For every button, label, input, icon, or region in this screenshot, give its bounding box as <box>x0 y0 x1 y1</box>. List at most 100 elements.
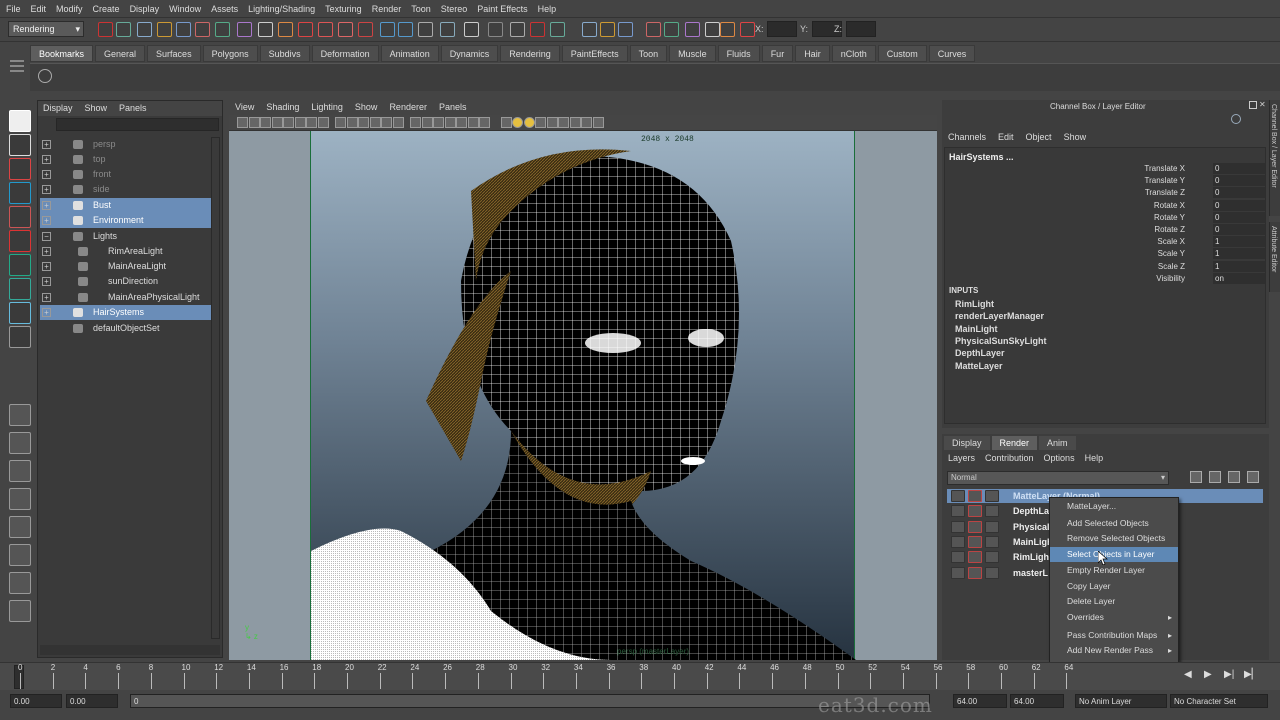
status-tool-12-icon[interactable] <box>338 22 353 37</box>
layer-tab-render[interactable]: Render <box>991 436 1038 450</box>
ctx-add-selected-objects[interactable]: Add Selected Objects <box>1050 516 1178 531</box>
render-settings-icon[interactable] <box>985 551 999 564</box>
channel-menu-show[interactable]: Show <box>1064 132 1087 142</box>
layout-6-icon[interactable] <box>9 572 31 594</box>
expand-icon[interactable]: + <box>42 155 51 164</box>
menu-set-dropdown[interactable]: Rendering ▾ <box>8 21 84 37</box>
shelf-tab-fur[interactable]: Fur <box>761 45 794 62</box>
recycle-icon[interactable] <box>968 505 982 518</box>
outliner-scrollbar[interactable] <box>211 137 220 639</box>
universal-manip-tool-icon[interactable] <box>9 254 31 276</box>
viewport-tool-3-icon[interactable] <box>271 117 283 128</box>
shelf-tab-custom[interactable]: Custom <box>877 45 927 62</box>
attribute-editor-ribbon-tab[interactable]: Attribute Editor <box>1269 222 1280 292</box>
paint-select-tool-icon[interactable] <box>9 158 31 180</box>
viewport-tool-17-icon[interactable] <box>444 117 456 128</box>
range-end-field[interactable]: 64.00 <box>953 694 1007 708</box>
viewport-menu-shading[interactable]: Shading <box>266 102 299 113</box>
viewport-tool-13-icon[interactable] <box>392 117 404 128</box>
menu-create[interactable]: Create <box>93 4 120 14</box>
expand-icon[interactable]: + <box>42 277 51 286</box>
status-tool-20-icon[interactable] <box>510 22 525 37</box>
input-node-physicalsunskylight[interactable]: PhysicalSunSkyLight <box>955 336 1047 346</box>
viewport-tool-2-icon[interactable] <box>260 117 271 128</box>
viewport-tool-18-icon[interactable] <box>456 117 467 128</box>
new-layer-selected-icon[interactable] <box>1209 471 1221 483</box>
status-tool-14-icon[interactable] <box>380 22 395 37</box>
viewport-tool-12-icon[interactable] <box>381 117 392 128</box>
attr-translate-y-field[interactable]: 0 <box>1213 175 1265 187</box>
expand-icon[interactable]: + <box>42 293 51 302</box>
status-tool-10-icon[interactable] <box>298 22 313 37</box>
recycle-icon[interactable] <box>968 566 982 579</box>
status-tool-27-icon[interactable] <box>664 22 679 37</box>
range-slider[interactable]: 0 <box>130 694 930 708</box>
render-settings-icon[interactable] <box>985 566 999 579</box>
viewport-menu-renderer[interactable]: Renderer <box>389 102 427 113</box>
menu-file[interactable]: File <box>6 4 21 14</box>
step-forward-icon[interactable]: ▶| <box>1224 669 1234 680</box>
menu-texturing[interactable]: Texturing <box>325 4 362 14</box>
float-icon[interactable] <box>1249 101 1257 109</box>
render-settings-icon[interactable] <box>985 505 999 518</box>
channel-box-ribbon-tab[interactable]: Channel Box / Layer Editor <box>1269 100 1280 216</box>
outliner-item-persp[interactable]: + persp <box>40 137 214 152</box>
status-tool-24-icon[interactable] <box>600 22 615 37</box>
status-tool-4-icon[interactable] <box>176 22 191 37</box>
status-tool-11-icon[interactable] <box>318 22 333 37</box>
layout-4-icon[interactable] <box>9 516 31 538</box>
status-tool-5-icon[interactable] <box>195 22 210 37</box>
outliner-filter-field[interactable] <box>56 118 219 131</box>
ctx-remove-selected-objects[interactable]: Remove Selected Objects <box>1050 531 1178 546</box>
outliner-menu-panels[interactable]: Panels <box>119 103 147 114</box>
menu-modify[interactable]: Modify <box>56 4 83 14</box>
shelf-tab-fluids[interactable]: Fluids <box>717 45 760 62</box>
viewport-menu-show[interactable]: Show <box>355 102 378 113</box>
outliner-menu-show[interactable]: Show <box>85 103 108 114</box>
renderable-toggle-icon[interactable] <box>951 566 965 579</box>
recycle-icon[interactable] <box>968 535 982 548</box>
input-node-rimlight[interactable]: RimLight <box>955 299 994 309</box>
status-tool-9-icon[interactable] <box>278 22 293 37</box>
close-icon[interactable]: ✕ <box>1259 101 1267 109</box>
shelf-tab-dynamics[interactable]: Dynamics <box>440 45 499 62</box>
viewport-tool-8-icon[interactable] <box>335 117 346 128</box>
shelf-tab-bookmarks[interactable]: Bookmarks <box>30 45 94 62</box>
shelf-tab-muscle[interactable]: Muscle <box>669 45 716 62</box>
expand-icon[interactable]: + <box>42 140 51 149</box>
render-settings-icon[interactable] <box>985 520 999 533</box>
status-tool-30-icon[interactable] <box>720 22 735 37</box>
layout-0-icon[interactable] <box>9 404 31 426</box>
ctx-copy-layer[interactable]: Copy Layer <box>1050 579 1178 594</box>
viewport-tool-15-icon[interactable] <box>421 117 433 128</box>
viewport-tool-6-icon[interactable] <box>306 117 317 128</box>
status-tool-29-icon[interactable] <box>705 22 720 37</box>
ctx-pass-contribution-maps[interactable]: Pass Contribution Maps ▸ <box>1050 628 1178 643</box>
viewport-tool-0-icon[interactable] <box>237 117 248 128</box>
outliner-hscrollbar[interactable] <box>40 645 220 655</box>
status-tool-23-icon[interactable] <box>582 22 597 37</box>
viewport-tool-29-icon[interactable] <box>592 117 604 128</box>
viewport-tool-11-icon[interactable] <box>369 117 381 128</box>
viewport-tool-25-icon[interactable] <box>546 117 558 128</box>
attr-translate-z-field[interactable]: 0 <box>1213 187 1265 199</box>
status-tool-22-icon[interactable] <box>550 22 565 37</box>
status-tool-31-icon[interactable] <box>740 22 755 37</box>
channel-menu-object[interactable]: Object <box>1026 132 1052 142</box>
layout-7-icon[interactable] <box>9 600 31 622</box>
channel-settings-icon[interactable] <box>1231 114 1241 124</box>
viewport-menu-view[interactable]: View <box>235 102 254 113</box>
expand-icon[interactable]: + <box>42 201 51 210</box>
viewport-tool-4-icon[interactable] <box>283 117 294 128</box>
outliner-item-lights[interactable]: − Lights <box>40 229 214 244</box>
attr-scale-y-field[interactable]: 1 <box>1213 248 1265 260</box>
menu-assets[interactable]: Assets <box>211 4 238 14</box>
ctx-select-objects-in-layer[interactable]: Select Objects in Layer <box>1050 547 1178 562</box>
input-node-mainlight[interactable]: MainLight <box>955 324 998 334</box>
expand-icon[interactable]: + <box>42 170 51 179</box>
time-slider[interactable]: 0 2 4 6 8 10 12 14 16 18 20 22 24 26 28 30 32 34 36 38 40 42 4… <box>0 662 1280 690</box>
renderable-toggle-icon[interactable] <box>951 520 965 533</box>
menu-stereo[interactable]: Stereo <box>441 4 468 14</box>
shelf-tab-curves[interactable]: Curves <box>928 45 976 62</box>
shelf-tab-hair[interactable]: Hair <box>795 45 830 62</box>
